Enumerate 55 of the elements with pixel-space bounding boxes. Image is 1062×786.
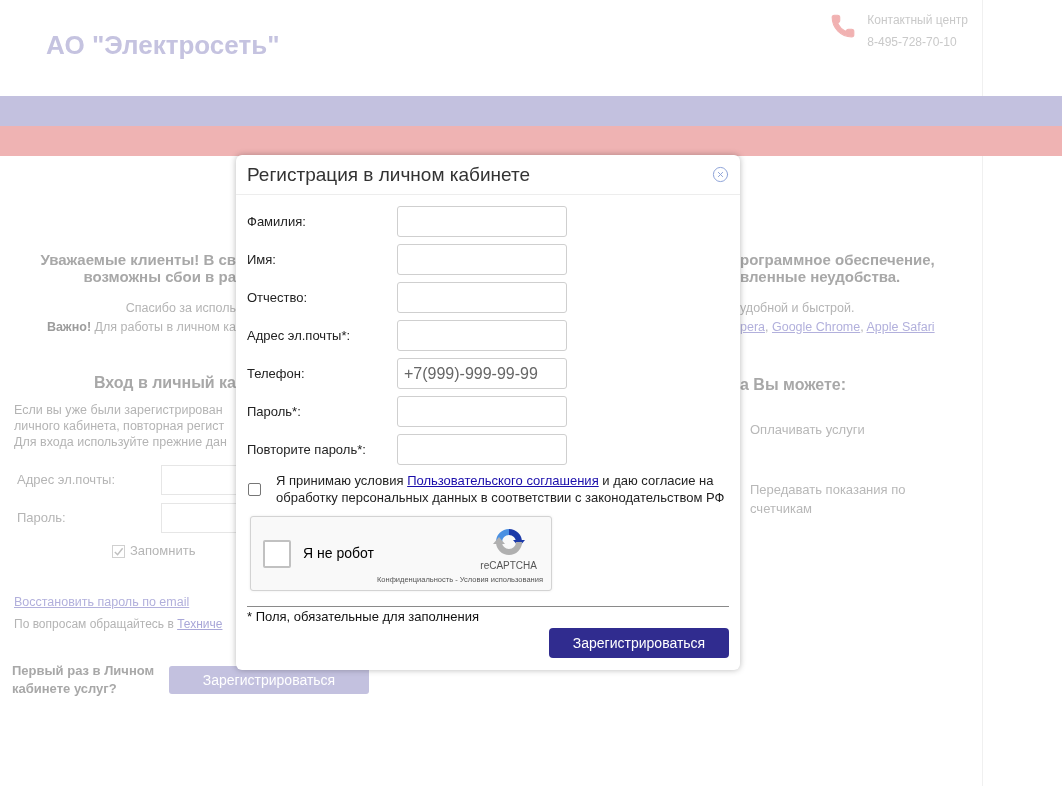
input-field[interactable]: +7(999)-999-99-99 xyxy=(397,358,567,389)
form-label: Повторите пароль*: xyxy=(247,440,367,459)
feature-text: Оплачивать услуги xyxy=(750,421,866,439)
input-field[interactable] xyxy=(161,503,236,533)
login-intro-text: Если вы уже были зарегистрирован xyxy=(14,402,224,418)
login-intro-text: Для входа используйте прежние дан xyxy=(14,434,228,450)
close-icon[interactable] xyxy=(712,166,729,183)
login-intro-text: личного кабинета, повторная регист xyxy=(14,418,226,434)
input-field[interactable] xyxy=(397,244,567,275)
form-label: Имя: xyxy=(247,250,277,269)
remember-label: Запомнить xyxy=(130,544,196,558)
notice-heading: вленные неудобства. xyxy=(740,268,902,285)
consent-checkbox[interactable] xyxy=(248,482,261,496)
input-field[interactable] xyxy=(397,320,567,351)
input-field[interactable] xyxy=(397,396,567,427)
form-label: Пароль: xyxy=(16,509,67,528)
circular-arrows-icon xyxy=(492,526,525,558)
features-heading: а Вы можете: xyxy=(740,376,847,393)
form-label: Адрес эл.почты*: xyxy=(247,326,352,345)
required-note: * Поля, обязательные для заполнения xyxy=(247,609,480,625)
browser-link[interactable]: Apple Safari xyxy=(866,320,935,334)
form-label: Телефон: xyxy=(247,364,306,383)
dialog-title: Регистрация в личном кабинете xyxy=(247,162,530,187)
captcha-checkbox[interactable] xyxy=(263,539,291,568)
input-field[interactable] xyxy=(397,206,567,237)
form-label: Фамилия: xyxy=(247,212,307,231)
remember-checkbox[interactable] xyxy=(112,544,125,558)
notice-heading: рограммное обеспечение, xyxy=(740,251,936,268)
phone-icon xyxy=(830,13,857,39)
input-field[interactable] xyxy=(397,434,567,465)
notice-heading: возможны сбои в ра xyxy=(83,268,236,285)
login-heading: Вход в личный ка xyxy=(93,373,236,393)
form-label: Отчество: xyxy=(247,288,309,307)
support-text: По вопросам обращайтесь в Техниче xyxy=(13,616,220,633)
support-link[interactable]: Техниче xyxy=(177,617,223,631)
check-icon xyxy=(113,545,124,557)
notice-text: удобной и быстрой. xyxy=(740,300,856,317)
input-field[interactable] xyxy=(161,465,236,495)
feature-text: Передавать показания по счетчикам xyxy=(750,481,907,518)
restore-password-link[interactable]: Восстановить пароль по email xyxy=(14,595,190,609)
submit-button[interactable]: Зарегистрироваться xyxy=(549,628,729,658)
notice-text: Важно! Для работы в личном ка xyxy=(46,319,236,336)
consent-text: Я принимаю условия Пользовательского соглашения и даю согласие на обработку персональных данных в соответствии с законодательством РФ xyxy=(276,472,726,506)
captcha-label: Я не робот xyxy=(303,544,374,563)
user-agreement-link[interactable]: Пользовательского соглашения xyxy=(407,473,599,488)
form-label: Адрес эл.почты: xyxy=(16,471,117,490)
form-label: Пароль*: xyxy=(247,402,302,421)
register-button[interactable]: Зарегистрироваться xyxy=(169,666,369,694)
browser-list: pera, Google Chrome, Apple Safari xyxy=(740,318,982,337)
company-name: АО "Электросеть" xyxy=(46,30,280,60)
input-field[interactable] xyxy=(397,282,567,313)
notice-heading: Уважаемые клиенты! В св xyxy=(40,251,236,268)
notice-text: Спасибо за исполь xyxy=(125,300,236,317)
first-visit-text: Первый раз в Личном кабинете услуг? xyxy=(12,662,156,698)
captcha-brand: reCAPTCHA xyxy=(480,560,537,572)
